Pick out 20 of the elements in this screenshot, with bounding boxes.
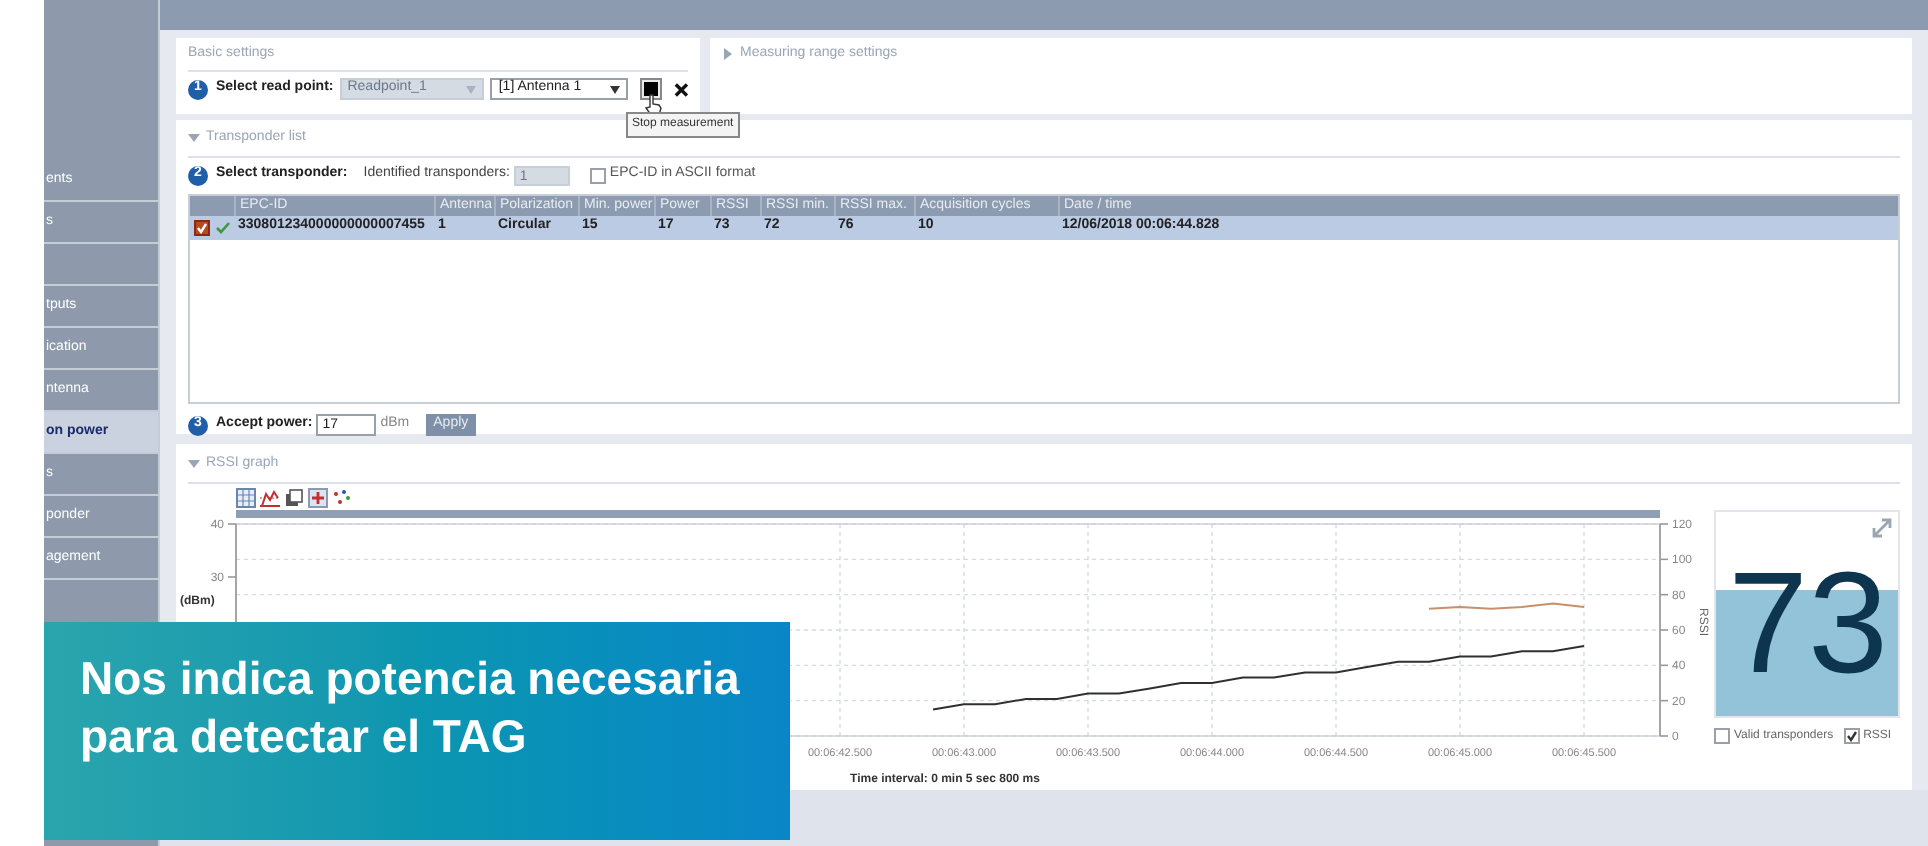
collapse-arrow-icon[interactable] — [188, 458, 200, 471]
zoom-icon[interactable] — [308, 487, 328, 507]
stop-button[interactable] — [640, 78, 662, 100]
value-number: 73 — [1728, 551, 1889, 695]
layers-icon[interactable] — [284, 487, 304, 507]
expand-icon[interactable] — [1872, 517, 1892, 537]
scatter-icon[interactable] — [332, 487, 352, 507]
checkbox[interactable] — [589, 167, 606, 183]
expand-arrow-icon[interactable] — [722, 48, 734, 61]
dropdown-arrow-icon — [610, 85, 621, 93]
checkbox[interactable] — [194, 219, 210, 235]
dropdown-arrow-icon — [466, 85, 477, 93]
stop-icon — [643, 82, 658, 96]
grid-icon[interactable] — [236, 487, 256, 507]
chart-icon[interactable] — [260, 487, 280, 507]
caption-text: Nos indica potencia necesaria para detectar el TAG — [80, 650, 742, 766]
checkbox[interactable] — [1843, 728, 1860, 744]
collapse-arrow-icon[interactable] — [188, 132, 200, 145]
close-icon[interactable] — [673, 81, 688, 97]
checkbox[interactable] — [1714, 728, 1730, 744]
